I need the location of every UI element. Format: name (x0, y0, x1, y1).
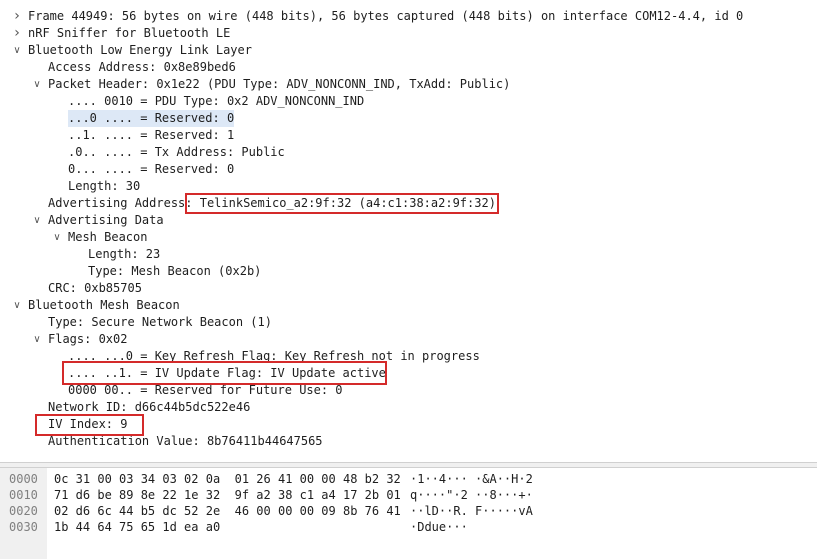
tree-row[interactable]: Advertising Address: TelinkSemico_a2:9f:… (0, 195, 817, 212)
tree-row[interactable]: ∨ Packet Header: 0x1e22 (PDU Type: ADV_NO… (0, 76, 817, 93)
tree-row[interactable]: › Frame 44949: 56 bytes on wire (448 bits… (0, 8, 817, 25)
tree-row-label: 0... .... = Reserved: 0 (68, 162, 235, 176)
tree-row[interactable]: ∨ Advertising Data (0, 212, 817, 229)
tree-row-label: Advertising Address: TelinkSemico_a2:9f:… (48, 196, 496, 210)
hex-ascii: ·Ddue··· (410, 520, 468, 534)
tree-row[interactable]: Network ID: d66c44b5dc522e46 (0, 399, 817, 416)
tree-row[interactable]: ∨ Bluetooth Low Energy Link Layer (0, 42, 817, 59)
chevron-down-icon[interactable]: ∨ (31, 212, 43, 229)
tree-row[interactable]: 0000 00.. = Reserved for Future Use: 0 (0, 382, 817, 399)
hex-offset: 0020 (9, 504, 38, 518)
tree-row-label: .... ...0 = Key Refresh Flag: Key Refres… (68, 349, 480, 363)
chevron-right-icon[interactable]: › (11, 8, 23, 25)
tree-row-label: CRC: 0xb85705 (48, 281, 142, 295)
tree-row-label: nRF Sniffer for Bluetooth LE (28, 26, 231, 40)
chevron-down-icon[interactable]: ∨ (11, 42, 23, 59)
chevron-right-icon[interactable]: › (11, 25, 23, 42)
tree-row[interactable]: IV Index: 9 (0, 416, 817, 433)
tree-row-label: 0000 00.. = Reserved for Future Use: 0 (68, 383, 343, 397)
tree-row[interactable]: Length: 30 (0, 178, 817, 195)
hex-bytes: 1b 44 64 75 65 1d ea a0 (54, 520, 221, 534)
tree-row[interactable]: Length: 23 (0, 246, 817, 263)
tree-row-label: Type: Mesh Beacon (0x2b) (88, 264, 262, 278)
tree-row[interactable]: ...0 .... = Reserved: 0 (0, 110, 817, 127)
packet-bytes-pane: 0000 0c 31 00 03 34 03 02 0a 01 26 41 00 … (0, 468, 817, 559)
tree-row[interactable]: ∨ Flags: 0x02 (0, 331, 817, 348)
tree-row-label: Bluetooth Mesh Beacon (28, 298, 180, 312)
tree-row[interactable]: Type: Mesh Beacon (0x2b) (0, 263, 817, 280)
tree-row-label: Type: Secure Network Beacon (1) (48, 315, 272, 329)
tree-row-label: Advertising Data (48, 213, 164, 227)
hex-ascii: q····"·2 ··8···+· (410, 488, 533, 502)
tree-row[interactable]: ∨ Bluetooth Mesh Beacon (0, 297, 817, 314)
hex-row[interactable]: 0000 0c 31 00 03 34 03 02 0a 01 26 41 00 … (0, 471, 817, 487)
tree-row-label: .... ..1. = IV Update Flag: IV Update ac… (68, 366, 386, 380)
tree-row-label: Length: 23 (88, 247, 161, 261)
chevron-down-icon[interactable]: ∨ (31, 331, 43, 348)
tree-row-label: Access Address: 0x8e89bed6 (48, 60, 236, 74)
tree-row-label: ..1. .... = Reserved: 1 (68, 128, 235, 142)
tree-row[interactable]: CRC: 0xb85705 (0, 280, 817, 297)
tree-row[interactable]: .... ...0 = Key Refresh Flag: Key Refres… (0, 348, 817, 365)
tree-row[interactable]: › nRF Sniffer for Bluetooth LE (0, 25, 817, 42)
tree-row[interactable]: .... ..1. = IV Update Flag: IV Update ac… (0, 365, 817, 382)
tree-row-label: .0.. .... = Tx Address: Public (68, 145, 285, 159)
hex-bytes: 02 d6 6c 44 b5 dc 52 2e 46 00 00 00 09 8… (54, 504, 401, 518)
hex-ascii: ··lD··R. F·····vA (410, 504, 533, 518)
tree-row-label: Packet Header: 0x1e22 (PDU Type: ADV_NON… (48, 77, 511, 91)
tree-row-label: Authentication Value: 8b76411b44647565 (48, 434, 323, 448)
hex-bytes: 0c 31 00 03 34 03 02 0a 01 26 41 00 00 4… (54, 472, 401, 486)
hex-row[interactable]: 0020 02 d6 6c 44 b5 dc 52 2e 46 00 00 00 … (0, 503, 817, 519)
packet-details-pane: › Frame 44949: 56 bytes on wire (448 bits… (0, 0, 817, 462)
hex-ascii: ·1··4··· ·&A··H·2 (410, 472, 533, 486)
tree-row-label: IV Index: 9 (48, 417, 128, 431)
hex-bytes: 71 d6 be 89 8e 22 1e 32 9f a2 38 c1 a4 1… (54, 488, 401, 502)
tree-row-label: ...0 .... = Reserved: 0 (68, 110, 235, 127)
tree-row[interactable]: ∨ Mesh Beacon (0, 229, 817, 246)
chevron-down-icon[interactable]: ∨ (11, 297, 23, 314)
tree-row[interactable]: .0.. .... = Tx Address: Public (0, 144, 817, 161)
tree-row[interactable]: Type: Secure Network Beacon (1) (0, 314, 817, 331)
tree-row-label: Frame 44949: 56 bytes on wire (448 bits)… (28, 9, 744, 23)
hex-row[interactable]: 0010 71 d6 be 89 8e 22 1e 32 9f a2 38 c1 … (0, 487, 817, 503)
tree-row-label: .... 0010 = PDU Type: 0x2 ADV_NONCONN_IN… (68, 94, 365, 108)
tree-row-label: Network ID: d66c44b5dc522e46 (48, 400, 251, 414)
tree-row[interactable]: .... 0010 = PDU Type: 0x2 ADV_NONCONN_IN… (0, 93, 817, 110)
hex-offset: 0030 (9, 520, 38, 534)
tree-row-label: Bluetooth Low Energy Link Layer (28, 43, 252, 57)
chevron-down-icon[interactable]: ∨ (51, 229, 63, 246)
tree-row-label: Length: 30 (68, 179, 141, 193)
hex-offset: 0010 (9, 488, 38, 502)
hex-offset: 0000 (9, 472, 38, 486)
hex-row[interactable]: 0030 1b 44 64 75 65 1d ea a0 ·Ddue··· (0, 519, 817, 535)
tree-row[interactable]: 0... .... = Reserved: 0 (0, 161, 817, 178)
tree-row-label: Flags: 0x02 (48, 332, 128, 346)
tree-row[interactable]: Authentication Value: 8b76411b44647565 (0, 433, 817, 450)
tree-row-label: Mesh Beacon (68, 230, 148, 244)
tree-row[interactable]: Access Address: 0x8e89bed6 (0, 59, 817, 76)
chevron-down-icon[interactable]: ∨ (31, 76, 43, 93)
tree-row[interactable]: ..1. .... = Reserved: 1 (0, 127, 817, 144)
